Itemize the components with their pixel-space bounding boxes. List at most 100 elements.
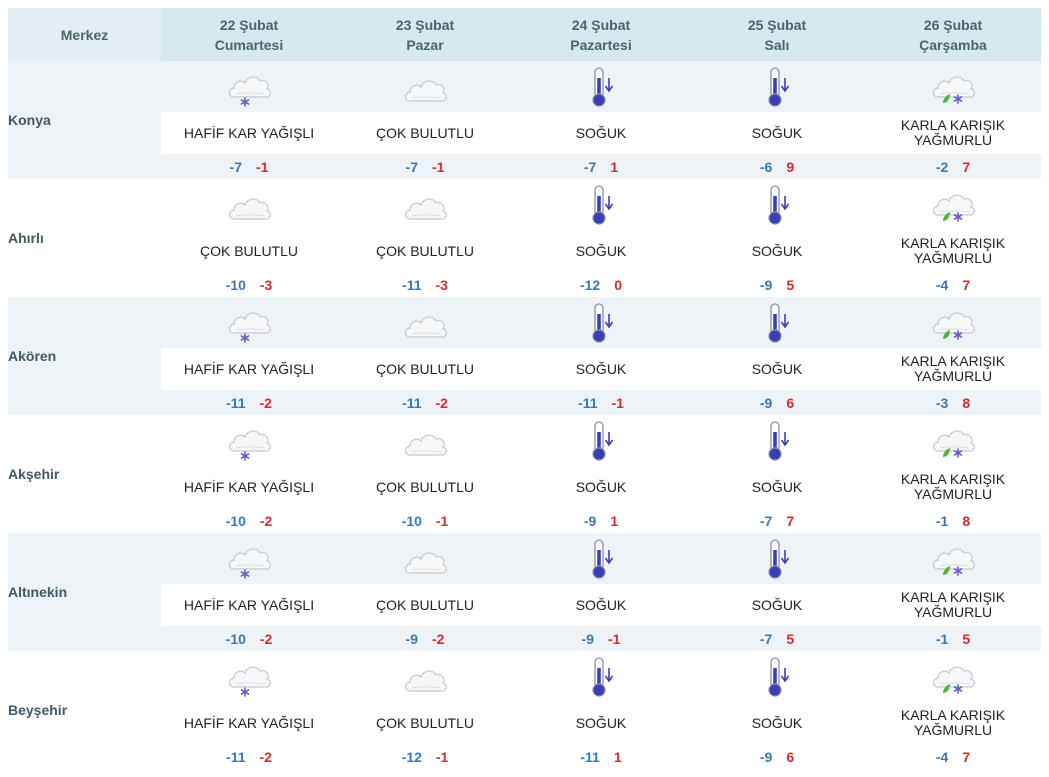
light-snow-icon [228,430,271,461]
weather-icon-slot [161,651,337,702]
max-temperature: 1 [610,512,619,529]
min-temperature: -6 [759,158,773,175]
light-snow-icon [228,666,271,697]
temperature-range: -9 -1 [513,626,689,651]
condition-text: HAFİF KAR YAĞIŞLI [161,584,337,626]
weather-icon-slot [689,415,865,466]
max-temperature: -1 [608,630,621,647]
max-temperature: 6 [786,394,795,411]
forecast-cell: ÇOK BULUTLU -11 -2 [337,297,513,415]
weather-icon-slot [689,651,865,702]
forecast-cell: ÇOK BULUTLU -10 -3 [161,179,337,297]
min-temperature: -10 [225,512,246,529]
condition-text: KARLA KARIŞIK YAĞMURLU [865,230,1041,272]
temperature-range: -11 -2 [337,390,513,415]
sleet-icon [932,666,975,694]
header-weekday: Pazartesi [570,36,632,53]
forecast-cell: SOĞUK -11 1 [513,651,689,769]
light-snow-icon [228,548,271,579]
max-temperature: 7 [962,276,971,293]
temperature-range: -9 5 [689,272,865,297]
min-temperature: -7 [759,630,773,647]
min-temperature: -7 [759,512,773,529]
header-date: 25 Şubat [747,16,807,33]
temperature-range: -6 9 [689,154,865,179]
city-row: Beyşehir HAFİF KAR YAĞIŞLI -11 -2 ÇOK BULUTL… [8,651,1041,769]
header-merkez: Merkez [8,8,161,61]
forecast-cell: SOĞUK -7 5 [689,533,865,651]
cold-thermometer-icon [768,420,790,461]
temperature-range: -11 -2 [161,744,337,769]
forecast-cell: HAFİF KAR YAĞIŞLI -7 -1 [161,61,337,179]
cold-thermometer-icon [592,656,614,697]
temperature-range: -9 6 [689,390,865,415]
max-temperature: 7 [962,158,971,175]
forecast-cell: ÇOK BULUTLU -7 -1 [337,61,513,179]
cloudy-icon [228,198,271,220]
temperature-range: -10 -2 [161,508,337,533]
header-day-0: 22 Şubat Cumartesi [161,8,337,61]
max-temperature: 6 [786,748,795,765]
min-temperature: -7 [229,158,242,175]
forecast-cell: SOĞUK -9 1 [513,415,689,533]
cold-thermometer-icon [592,538,614,579]
max-temperature: 1 [610,158,619,175]
weather-icon-slot [161,297,337,348]
temperature-range: -3 8 [865,390,1041,415]
city-name: Ahırlı [8,179,161,297]
min-temperature: -9 [581,630,594,647]
condition-text: ÇOK BULUTLU [337,230,513,272]
condition-text: HAFİF KAR YAĞIŞLI [161,702,337,744]
condition-text: KARLA KARIŞIK YAĞMURLU [865,348,1041,390]
forecast-cell: SOĞUK -11 -1 [513,297,689,415]
min-temperature: -9 [759,276,773,293]
header-day-3: 25 Şubat Salı [689,8,865,61]
temperature-range: -12 0 [513,272,689,297]
weather-icon-slot [513,533,689,584]
city-name: Altınekin [8,533,161,651]
max-temperature: -2 [435,394,448,411]
weather-icon-slot [337,533,513,584]
min-temperature: -1 [935,512,949,529]
condition-text: KARLA KARIŞIK YAĞMURLU [865,584,1041,626]
sleet-icon [932,312,975,340]
forecast-cell: SOĞUK -9 6 [689,297,865,415]
forecast-cell: SOĞUK -12 0 [513,179,689,297]
temperature-range: -7 5 [689,626,865,651]
forecast-cell: HAFİF KAR YAĞIŞLI -10 -2 [161,533,337,651]
min-temperature: -11 [402,276,422,293]
cloudy-icon [404,434,447,456]
cold-thermometer-icon [592,184,614,225]
condition-text: SOĞUK [689,230,865,272]
forecast-cell: SOĞUK -7 1 [513,61,689,179]
weather-icon-slot [161,179,337,230]
min-temperature: -4 [935,748,949,765]
light-snow-icon [228,312,271,343]
min-temperature: -12 [579,276,601,293]
min-temperature: -9 [405,630,418,647]
header-date: 26 Şubat [923,16,983,33]
forecast-cell: HAFİF KAR YAĞIŞLI -11 -2 [161,297,337,415]
sleet-icon [932,548,975,576]
forecast-cell: KARLA KARIŞIK YAĞMURLU -1 8 [865,415,1041,533]
header-day-1: 23 Şubat Pazar [337,8,513,61]
condition-text: KARLA KARIŞIK YAĞMURLU [865,112,1041,154]
cloudy-icon [404,198,447,220]
weather-icon-slot [865,61,1041,112]
cold-thermometer-icon [768,184,790,225]
cold-thermometer-icon [592,66,614,107]
city-name: Konya [8,61,161,179]
condition-text: HAFİF KAR YAĞIŞLI [161,348,337,390]
weather-icon-slot [337,61,513,112]
weather-icon-slot [689,179,865,230]
header-weekday: Salı [764,36,790,53]
header-row: Merkez 22 Şubat Cumartesi 23 Şubat Pazar 24 … [8,8,1041,61]
temperature-range: -11 -3 [337,272,513,297]
temperature-range: -11 1 [513,744,689,769]
weather-icon-slot [337,415,513,466]
header-date: 23 Şubat [395,16,455,33]
weather-icon-slot [513,415,689,466]
temperature-range: -4 7 [865,744,1041,769]
temperature-range: -7 1 [513,154,689,179]
condition-text: SOĞUK [513,702,689,744]
